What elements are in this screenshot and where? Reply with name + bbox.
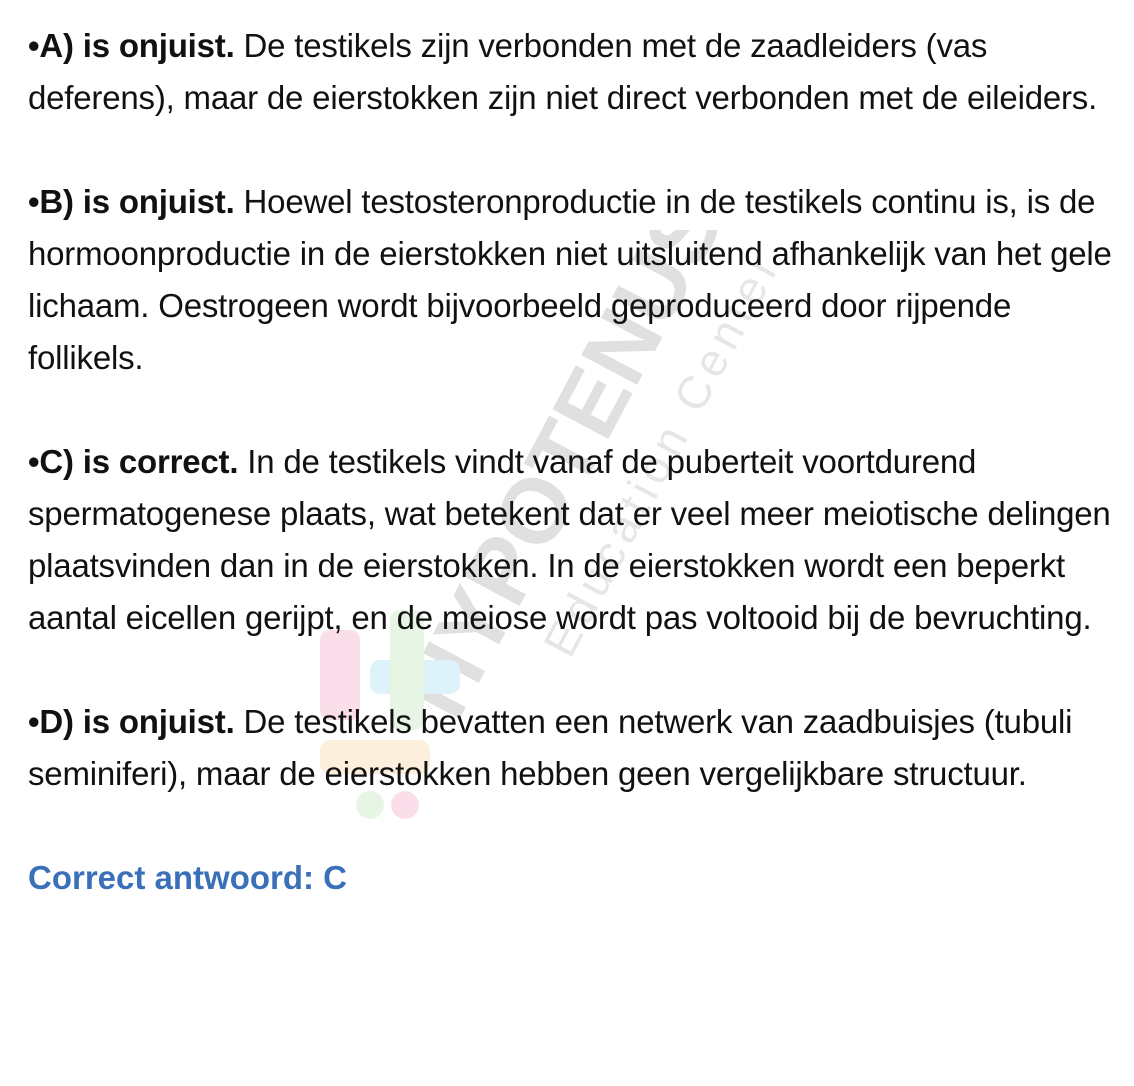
explanation-document: •A) is onjuist. De testikels zijn verbon… (28, 20, 1124, 904)
item-c-verdict: •C) is correct. (28, 443, 239, 480)
explanation-item-b: •B) is onjuist. Hoewel testosteronproduc… (28, 176, 1124, 384)
explanation-item-c: •C) is correct. In de testikels vindt va… (28, 436, 1124, 644)
correct-answer: Correct antwoord: C (28, 859, 348, 896)
item-d-verdict: •D) is onjuist. (28, 703, 235, 740)
explanation-item-a: •A) is onjuist. De testikels zijn verbon… (28, 20, 1124, 124)
explanation-item-d: •D) is onjuist. De testikels bevatten ee… (28, 696, 1124, 800)
item-b-verdict: •B) is onjuist. (28, 183, 235, 220)
item-a-verdict: •A) is onjuist. (28, 27, 235, 64)
